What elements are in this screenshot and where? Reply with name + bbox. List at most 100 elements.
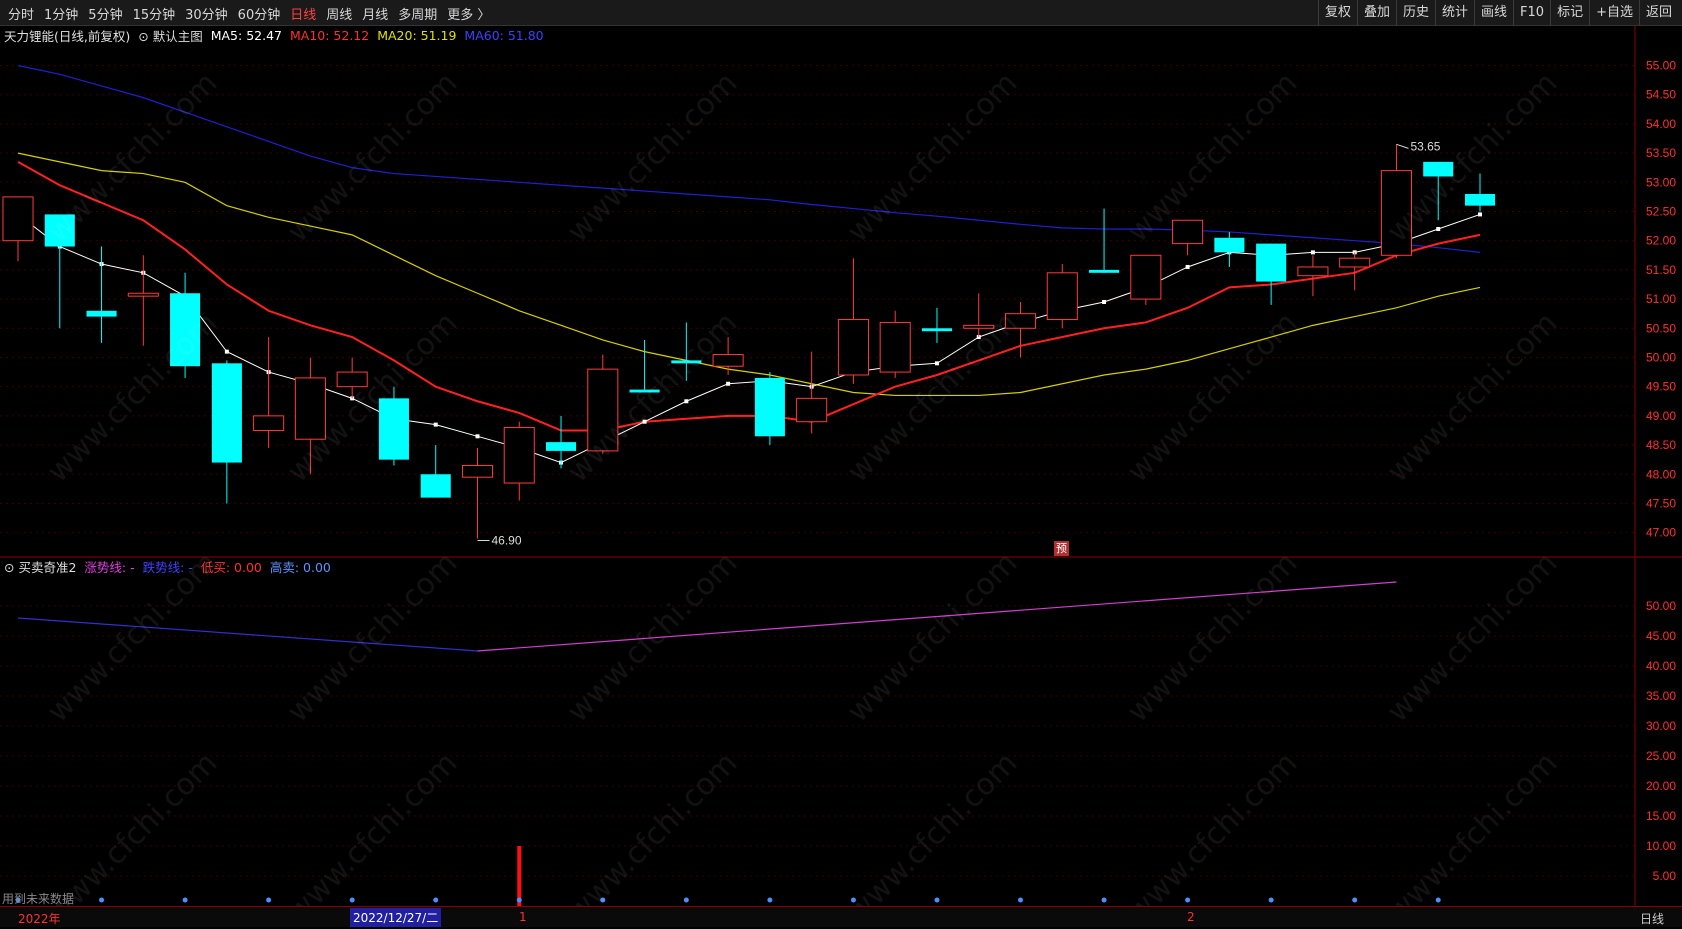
period-tab-0[interactable]: 分时 xyxy=(8,4,34,23)
price-tick: 52.00 xyxy=(1646,234,1676,248)
price-tick: 48.50 xyxy=(1646,438,1676,452)
action-button-1[interactable]: 叠加 xyxy=(1356,0,1396,26)
price-tick: 53.00 xyxy=(1646,175,1676,189)
ma5-point xyxy=(1478,212,1482,217)
indicator-tick: 20.00 xyxy=(1646,779,1676,793)
action-button-0[interactable]: 复权 xyxy=(1317,0,1357,26)
candle-body xyxy=(545,442,577,451)
period-tab-10[interactable]: 更多 〉 xyxy=(447,4,490,23)
action-button-7[interactable]: +自选 xyxy=(1589,0,1639,26)
candle-body xyxy=(461,464,494,478)
signal-dot xyxy=(433,897,439,903)
price-tick: 55.00 xyxy=(1646,59,1676,73)
period-tab-2[interactable]: 5分钟 xyxy=(88,4,122,23)
ma5-value: MA5: 52.47 xyxy=(210,27,282,43)
signal-dot xyxy=(182,897,188,903)
rise-trend-line xyxy=(477,581,1397,652)
stock-title: 天力锂能(日线,前复权) xyxy=(4,28,131,44)
period-tab-6[interactable]: 日线 xyxy=(290,4,316,23)
period-tab-7[interactable]: 周线 xyxy=(326,4,352,23)
indicator-tick: 35.00 xyxy=(1646,689,1676,703)
signal-dot xyxy=(850,897,856,903)
signal-dot xyxy=(1352,897,1358,903)
indicator-tick: 15.00 xyxy=(1646,809,1676,823)
candle-body xyxy=(1172,219,1204,245)
signal-dot xyxy=(1101,897,1107,903)
price-tick: 52.50 xyxy=(1646,204,1676,218)
date-axis: 2022年 2022/12/27/二 1 2 日线 xyxy=(0,906,1682,927)
price-tick: 50.00 xyxy=(1646,350,1676,364)
candle-body xyxy=(1256,243,1287,282)
period-tab-3[interactable]: 15分钟 xyxy=(133,4,176,23)
indicator-tick: 30.00 xyxy=(1646,719,1676,733)
price-tick: 51.50 xyxy=(1646,263,1676,277)
ma5-point xyxy=(1102,300,1107,304)
candle-body xyxy=(1089,269,1120,273)
cursor-date: 2022/12/27/二 xyxy=(350,908,442,927)
prediction-badge[interactable]: 预 xyxy=(1054,541,1069,556)
chevron-down-icon: ⊙ xyxy=(4,559,15,575)
candle-body xyxy=(963,324,995,329)
action-button-5[interactable]: F10 xyxy=(1513,0,1550,26)
period-tab-8[interactable]: 月线 xyxy=(362,4,388,23)
candle-body xyxy=(1423,161,1454,177)
candle-body xyxy=(127,292,159,297)
ma10-value: MA10: 52.12 xyxy=(289,27,370,43)
signal-dot xyxy=(99,897,105,903)
candle-body xyxy=(796,397,828,423)
period-tab-1[interactable]: 1分钟 xyxy=(44,4,78,23)
signal-dot xyxy=(767,897,773,903)
ma5-point xyxy=(934,361,939,366)
action-button-6[interactable]: 标记 xyxy=(1550,0,1589,26)
candle-body xyxy=(1464,193,1496,206)
candle-body xyxy=(712,354,744,367)
price-tick: 51.00 xyxy=(1646,292,1676,306)
candle-body xyxy=(1004,313,1037,329)
period-label[interactable]: 日线 xyxy=(1640,910,1664,927)
template-selector[interactable]: ⊙ 默认主图 xyxy=(138,26,202,45)
signal-dot xyxy=(1185,897,1191,903)
candle-body xyxy=(629,389,660,393)
candle-body xyxy=(1339,257,1371,268)
low-annotation: 46.90 xyxy=(491,533,521,547)
candle-body xyxy=(837,319,869,376)
signal-dot xyxy=(1435,897,1441,903)
fall-trend-line xyxy=(17,617,478,652)
action-button-8[interactable]: 返回 xyxy=(1638,0,1678,26)
signal-dot xyxy=(349,897,355,903)
low-buy-value: 低买: 0.00 xyxy=(200,559,262,575)
indicator-tick: 45.00 xyxy=(1646,629,1676,643)
candle-body xyxy=(587,368,619,452)
candle-body xyxy=(1046,272,1078,321)
indicator-selector[interactable]: ⊙ 买卖奇准2 xyxy=(4,557,76,576)
signal-dot xyxy=(934,897,940,903)
indicator-tick: 10.00 xyxy=(1646,839,1676,853)
signal-dot xyxy=(683,897,689,903)
kline-chart[interactable]: 55.00 54.50 54.00 53.50 53.00 52.50 52.00 51.50… xyxy=(0,26,1682,906)
signal-dot xyxy=(1018,897,1024,903)
high-pointer xyxy=(1396,143,1409,149)
template-label: 默认主图 xyxy=(152,28,203,44)
period-tab-9[interactable]: 多周期 xyxy=(398,4,437,23)
period-tab-4[interactable]: 30分钟 xyxy=(185,4,228,23)
period-tab-5[interactable]: 60分钟 xyxy=(238,4,281,23)
action-button-4[interactable]: 画线 xyxy=(1474,0,1513,26)
candle-body xyxy=(86,310,117,317)
month-label-1: 1 xyxy=(519,910,527,924)
action-button-2[interactable]: 历史 xyxy=(1395,0,1435,26)
price-tick: 53.50 xyxy=(1646,146,1676,160)
candle-body xyxy=(1130,254,1162,300)
candle-body xyxy=(1297,266,1329,277)
month-label-2: 2 xyxy=(1187,910,1195,924)
action-button-3[interactable]: 统计 xyxy=(1435,0,1474,26)
period-tabs: 分时 1分钟 5分钟 15分钟 30分钟 60分钟 日线 周线 月线 多周期 更多 〉 xyxy=(8,0,490,26)
indicator-tick: 40.00 xyxy=(1646,659,1676,673)
ma60-value: MA60: 51.80 xyxy=(464,27,544,43)
candle-body xyxy=(294,377,326,440)
ma20-value: MA20: 51.19 xyxy=(377,27,457,43)
rise-line-value: 涨势线: - xyxy=(84,559,135,575)
candle-body xyxy=(378,398,409,460)
candle-body xyxy=(671,360,702,364)
action-buttons: 复权 叠加 历史 统计 画线 F10 标记 +自选 返回 xyxy=(1317,0,1678,26)
ma5-point xyxy=(475,434,480,439)
